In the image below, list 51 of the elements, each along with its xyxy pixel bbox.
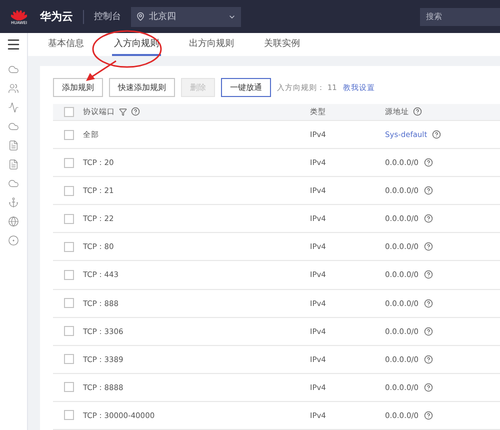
- help-icon[interactable]: [413, 107, 422, 116]
- wave-icon[interactable]: [8, 102, 19, 113]
- brand-name: 华为云: [40, 9, 73, 24]
- filter-icon[interactable]: [119, 108, 127, 116]
- row-checkbox[interactable]: [64, 158, 74, 168]
- toolbar-button[interactable]: 添加规则: [53, 78, 103, 98]
- toolbar-button[interactable]: 一键放通: [221, 78, 271, 98]
- help-icon[interactable]: [131, 107, 140, 116]
- row-checkbox[interactable]: [64, 130, 74, 140]
- location-icon: [136, 12, 145, 21]
- help-icon[interactable]: [424, 382, 433, 392]
- help-icon[interactable]: [424, 298, 433, 308]
- tab[interactable]: 关联实例: [262, 33, 302, 56]
- circle-icon[interactable]: [8, 235, 19, 246]
- cluster-icon[interactable]: [8, 83, 19, 94]
- menu-icon[interactable]: [6, 37, 21, 52]
- row-checkbox[interactable]: [64, 186, 74, 196]
- document-icon[interactable]: [8, 159, 19, 170]
- region-select[interactable]: 北京四: [131, 6, 241, 26]
- cloud-icon[interactable]: [8, 178, 19, 189]
- help-icon[interactable]: [424, 214, 433, 224]
- row-checkbox[interactable]: [64, 354, 74, 364]
- cloud-icon[interactable]: [8, 121, 19, 132]
- row-checkbox[interactable]: [64, 298, 74, 308]
- tab[interactable]: 出方向规则: [187, 33, 236, 56]
- globe-icon[interactable]: [8, 216, 19, 227]
- row-checkbox[interactable]: [64, 214, 74, 224]
- document-icon[interactable]: [8, 140, 19, 151]
- toolbar-button[interactable]: 快速添加规则: [109, 78, 175, 98]
- row-checkbox[interactable]: [64, 326, 74, 336]
- annotation-arrow: [84, 60, 118, 82]
- help-icon[interactable]: [424, 158, 433, 168]
- help-icon[interactable]: [424, 242, 433, 252]
- anchor-icon[interactable]: [8, 197, 19, 208]
- help-icon[interactable]: [432, 130, 442, 140]
- row-checkbox[interactable]: [64, 242, 74, 252]
- help-icon[interactable]: [424, 354, 433, 364]
- search-field[interactable]: 搜索: [420, 8, 500, 26]
- help-icon[interactable]: [424, 186, 433, 196]
- console-link[interactable]: 控制台: [94, 10, 121, 23]
- cloud-icon[interactable]: [8, 64, 19, 75]
- select-all-checkbox[interactable]: [64, 106, 74, 117]
- annotation-circle: [91, 28, 163, 70]
- row-checkbox[interactable]: [64, 270, 74, 280]
- logo-icon: [11, 8, 27, 20]
- help-icon[interactable]: [424, 410, 433, 420]
- row-checkbox[interactable]: [64, 410, 74, 420]
- help-icon[interactable]: [424, 326, 433, 336]
- tab[interactable]: 基本信息: [46, 33, 86, 56]
- row-checkbox[interactable]: [64, 382, 74, 392]
- help-icon[interactable]: [424, 270, 433, 280]
